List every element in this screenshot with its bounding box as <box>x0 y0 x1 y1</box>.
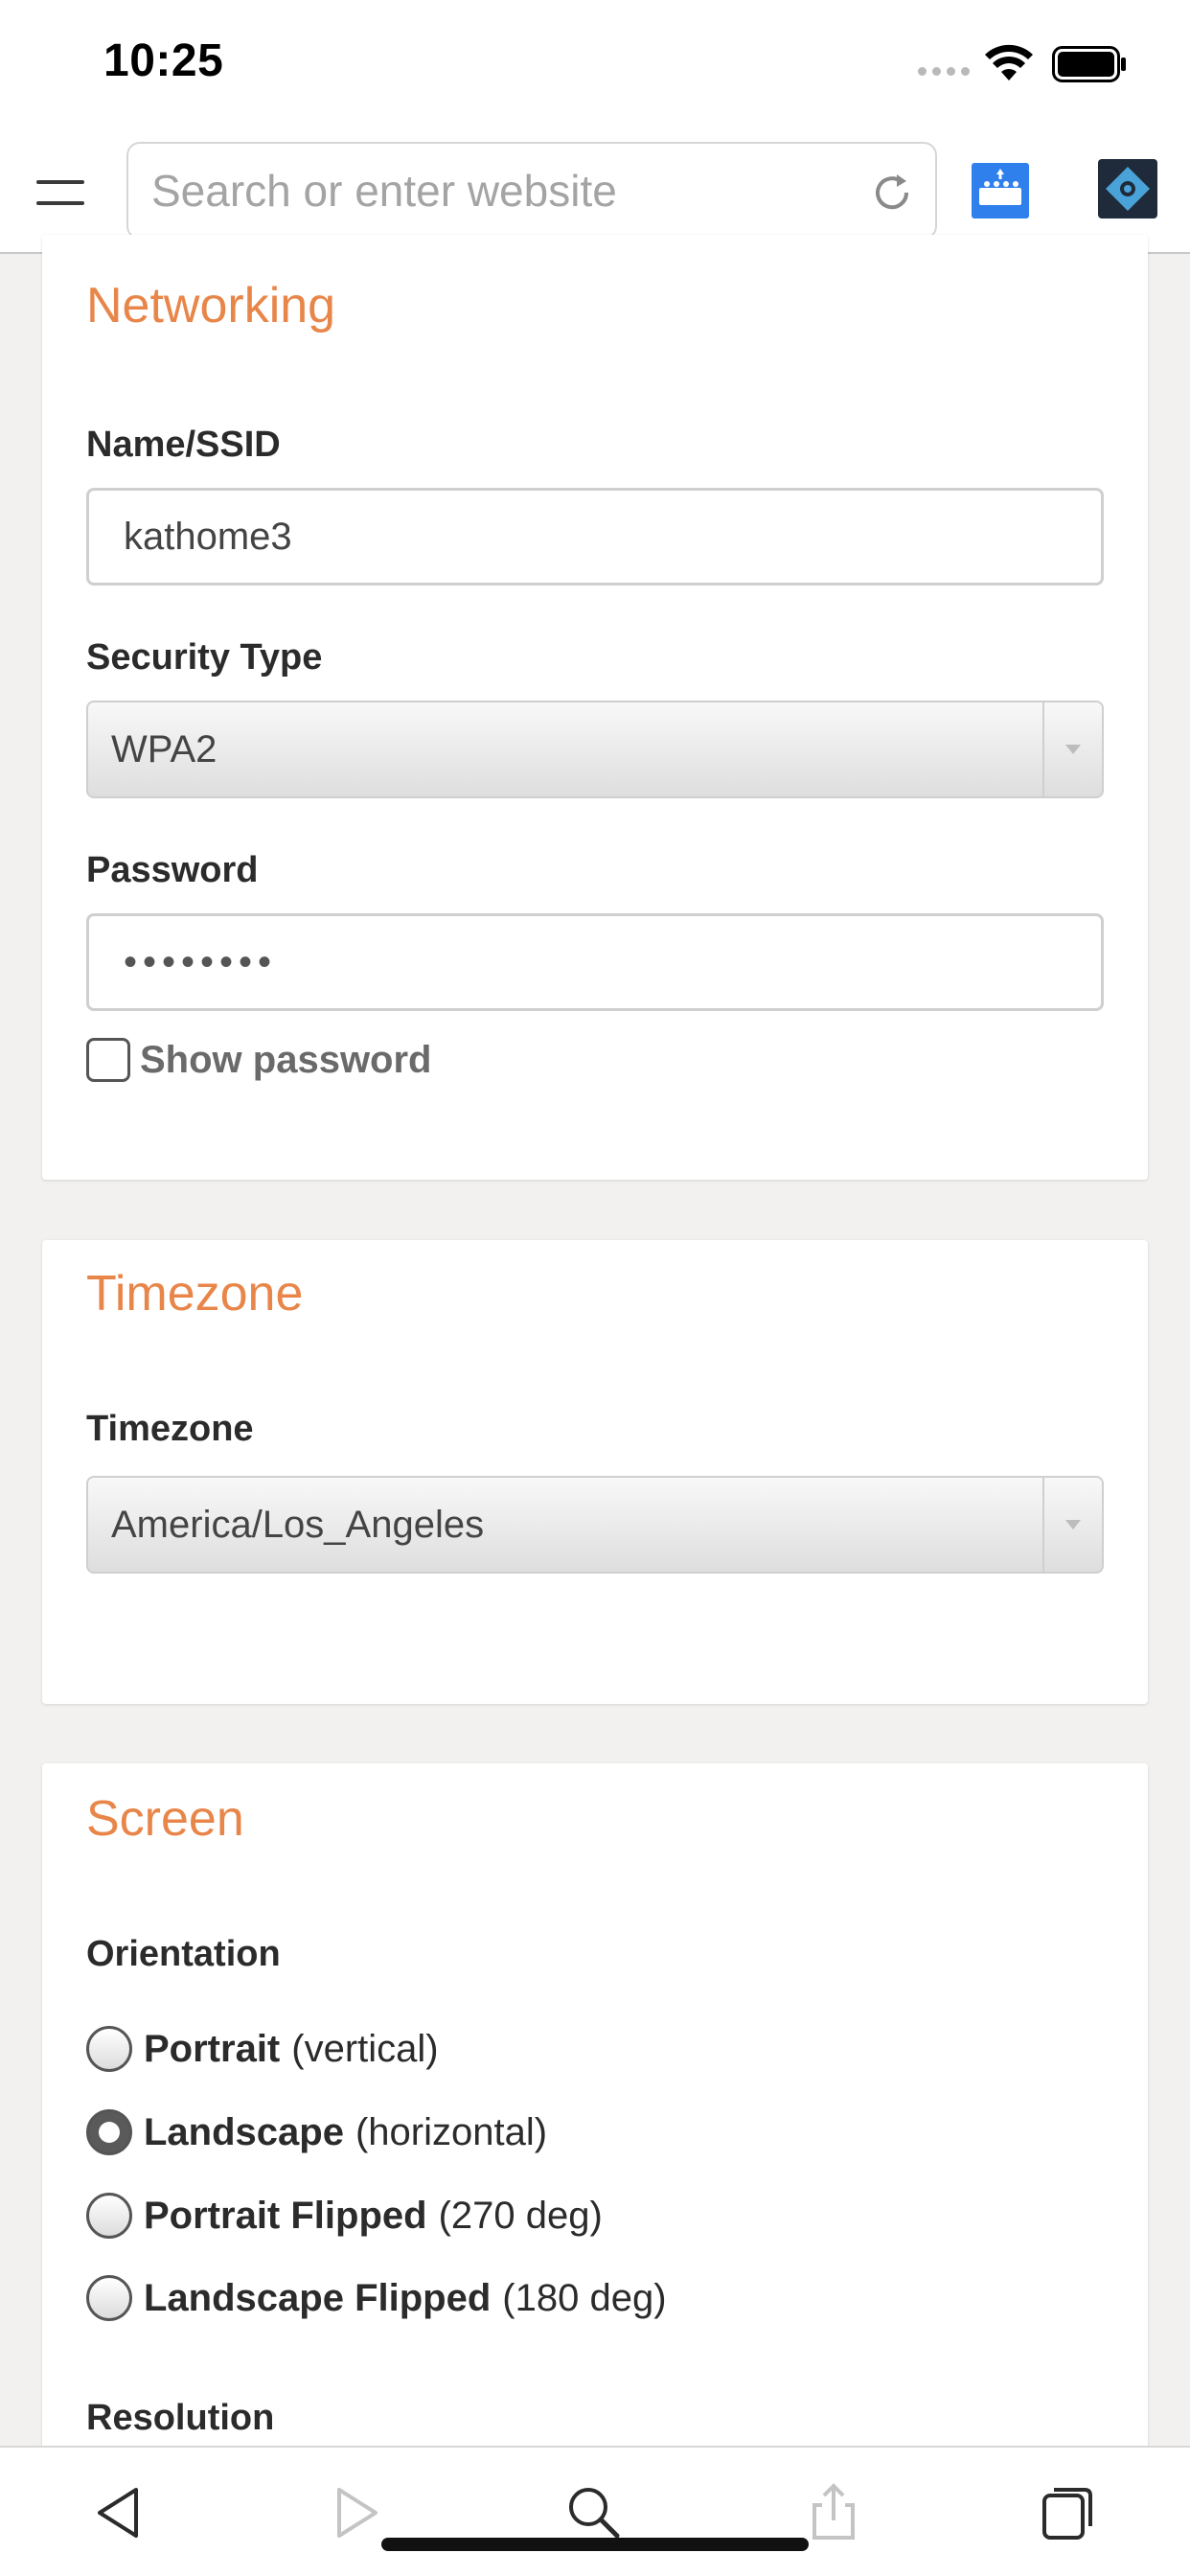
ssid-field[interactable]: kathome3 <box>86 488 1104 586</box>
security-type-select[interactable]: WPA2 <box>86 701 1104 798</box>
orientation-option-landscape-flipped[interactable]: Landscape Flipped (180 deg) <box>86 2275 667 2321</box>
option-name: Landscape Flipped <box>144 2276 492 2319</box>
orientation-option-portrait-flipped[interactable]: Portrait Flipped (270 deg) <box>86 2193 603 2239</box>
orientation-label: Orientation <box>86 1934 281 1974</box>
forward-icon[interactable] <box>326 2482 387 2543</box>
tabs-icon[interactable] <box>1037 2482 1098 2543</box>
orientation-option-portrait[interactable]: Portrait (vertical) <box>86 2026 439 2072</box>
status-time: 10:25 <box>103 35 224 86</box>
timezone-label: Timezone <box>86 1409 254 1449</box>
timezone-title: Timezone <box>86 1266 304 1322</box>
reload-icon[interactable] <box>868 169 916 217</box>
timezone-value: America/Los_Angeles <box>111 1503 485 1546</box>
address-bar[interactable] <box>126 142 937 240</box>
security-type-value: WPA2 <box>111 727 217 770</box>
orientation-option-landscape[interactable]: Landscape (horizontal) <box>86 2109 547 2155</box>
networking-title: Networking <box>86 278 336 334</box>
radio-landscape[interactable] <box>86 2109 132 2155</box>
radio-landscape-flipped[interactable] <box>86 2275 132 2321</box>
show-password-checkbox[interactable] <box>86 1038 130 1082</box>
screen-title: Screen <box>86 1791 244 1847</box>
extension-keyboard-icon[interactable] <box>972 163 1029 218</box>
password-value: •••••••• <box>124 940 278 983</box>
ssid-label: Name/SSID <box>86 425 281 465</box>
browser-bottom-bar <box>0 2446 1190 2576</box>
timezone-card: Timezone Timezone America/Los_Angeles <box>42 1240 1148 1704</box>
option-name: Portrait <box>144 2027 281 2070</box>
option-detail: (180 deg) <box>502 2276 667 2319</box>
networking-card: Networking Name/SSID kathome3 Security T… <box>42 235 1148 1180</box>
security-type-label: Security Type <box>86 637 323 678</box>
show-password-row[interactable]: Show password <box>86 1038 432 1082</box>
signal-icon <box>918 67 970 76</box>
option-detail: (horizontal) <box>355 2110 548 2153</box>
search-input[interactable] <box>151 144 860 238</box>
option-detail: (270 deg) <box>438 2194 603 2237</box>
chevron-down-icon <box>1042 702 1102 796</box>
chevron-down-icon <box>1042 1478 1102 1572</box>
show-password-label: Show password <box>140 1038 432 1081</box>
menu-icon[interactable] <box>36 172 86 211</box>
share-icon[interactable] <box>803 2482 864 2543</box>
resolution-label: Resolution <box>86 2398 275 2438</box>
battery-icon <box>1052 46 1126 82</box>
search-icon[interactable] <box>563 2482 625 2543</box>
radio-portrait[interactable] <box>86 2026 132 2072</box>
back-icon[interactable] <box>88 2482 149 2543</box>
password-label: Password <box>86 850 259 890</box>
option-name: Landscape <box>144 2110 344 2153</box>
home-indicator <box>381 2538 809 2551</box>
timezone-select[interactable]: America/Los_Angeles <box>86 1476 1104 1574</box>
status-bar: 10:25 <box>0 0 1190 134</box>
password-field[interactable]: •••••••• <box>86 913 1104 1011</box>
radio-portrait-flipped[interactable] <box>86 2193 132 2239</box>
option-detail: (vertical) <box>291 2027 439 2070</box>
option-name: Portrait Flipped <box>144 2194 427 2237</box>
extension-remote-icon[interactable] <box>1098 159 1157 218</box>
wifi-icon <box>985 44 1033 80</box>
